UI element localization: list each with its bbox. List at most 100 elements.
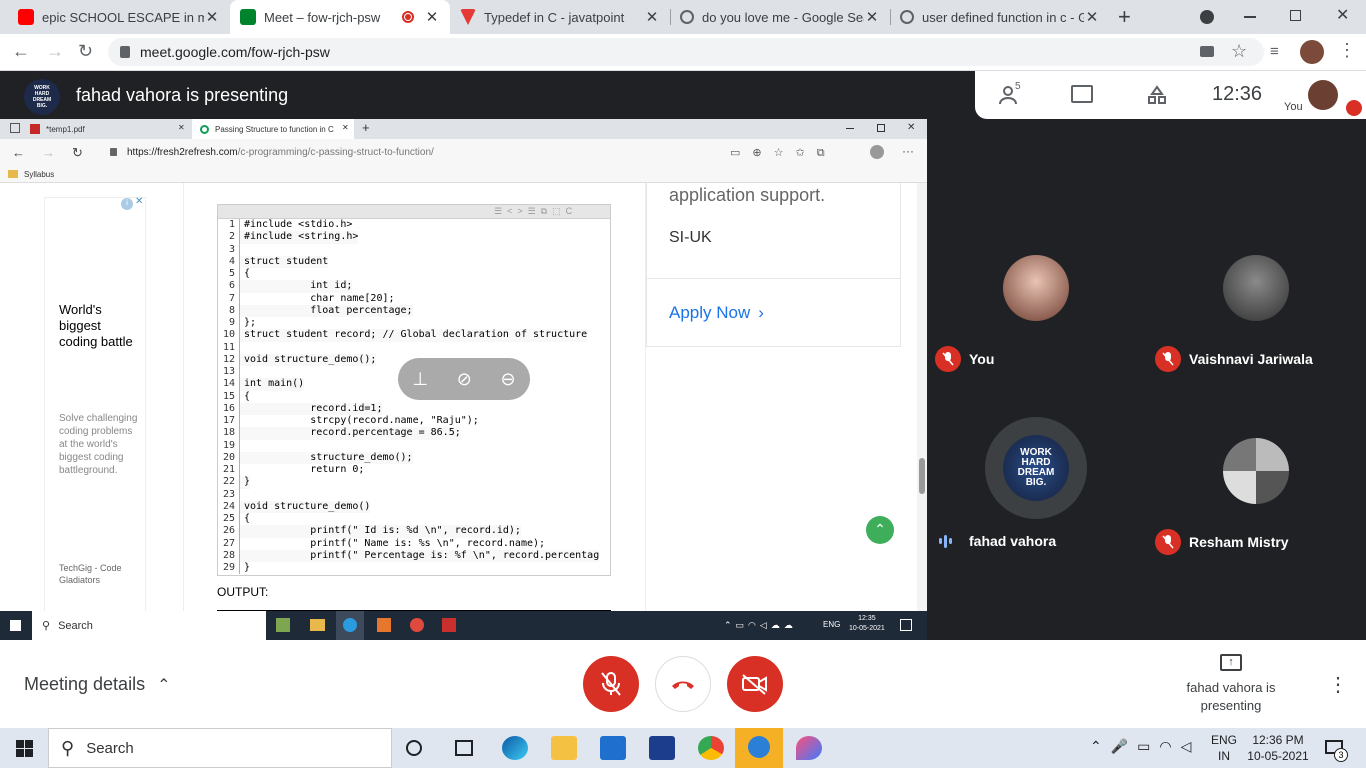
leave-call-button[interactable] <box>655 656 711 712</box>
camera-icon[interactable] <box>1200 46 1214 57</box>
browser-tab-youtube[interactable]: epic SCHOOL ESCAPE in minecra ✕ <box>8 0 230 34</box>
line-number: 6 <box>218 280 240 293</box>
tab-search-icon[interactable] <box>1200 10 1214 24</box>
line-number: 19 <box>218 439 240 452</box>
edge-icon <box>343 618 357 632</box>
mail-icon[interactable] <box>600 736 626 760</box>
code-text: struct student <box>240 255 329 268</box>
profile-avatar[interactable] <box>1300 40 1324 64</box>
cortana-icon[interactable] <box>406 740 422 756</box>
mute-tile-icon[interactable]: ⊘ <box>457 369 472 390</box>
restore-icon[interactable] <box>1290 10 1301 21</box>
code-toolbar-icons: ☰<>☰⧉⬚C <box>494 206 578 216</box>
system-tray-icons[interactable]: ⌃🎤▭◠◁ <box>1090 738 1200 755</box>
edge-toolbar-icons: ▭⊕☆✩⧉ <box>730 147 837 159</box>
task-view-icon[interactable] <box>455 740 473 756</box>
chrome-icon[interactable] <box>698 736 724 760</box>
code-text: { <box>244 390 251 402</box>
tab-title: Meet – fow-rjch-psw <box>264 9 381 25</box>
taskbar-search-box[interactable]: ⚲ Search <box>48 728 392 768</box>
remove-tile-icon[interactable]: ⊖ <box>501 369 516 390</box>
line-number: 24 <box>218 500 240 513</box>
activities-icon[interactable] <box>1147 85 1167 105</box>
code-line: 25 { <box>218 513 610 526</box>
code-line: 4 struct student <box>218 255 610 268</box>
taskbar-clock[interactable]: 12:36 PM 10-05-2021 <box>1246 732 1310 764</box>
present-screen-icon[interactable]: ↑ <box>1220 654 1242 671</box>
close-tab-icon[interactable]: ✕ <box>644 8 660 26</box>
chat-icon[interactable] <box>1071 85 1093 103</box>
browser-tab-google-2[interactable]: user defined function in c - Go ✕ <box>890 0 1110 34</box>
line-number: 5 <box>218 268 240 281</box>
back-icon: ← <box>12 145 25 160</box>
shared-tab-fresh2refresh: Passing Structure to function in C ✕ <box>192 119 354 139</box>
code-line: 27 printf(" Name is: %s \n", record.name… <box>218 537 610 550</box>
ad-footer: TechGig - Code Gladiators <box>59 563 122 585</box>
active-app-highlight[interactable] <box>735 728 783 768</box>
system-tray-icons: ⌃▭◠◁☁☁ <box>724 620 797 630</box>
muted-mic-icon <box>1155 346 1181 372</box>
code-line: 17 strcpy(record.name, "Raju"); <box>218 415 610 428</box>
muted-mic-icon <box>1155 529 1181 555</box>
code-text: char name[20]; <box>244 292 395 304</box>
javatpoint-icon <box>460 9 476 25</box>
line-number: 15 <box>218 390 240 403</box>
bookmark-star-icon[interactable]: ☆ <box>1231 41 1247 62</box>
toggle-mic-button[interactable] <box>583 656 639 712</box>
line-number: 16 <box>218 402 240 415</box>
minimize-icon <box>846 128 854 129</box>
browser-tab-google-1[interactable]: do you love me - Google Sear ✕ <box>670 0 890 34</box>
new-tab-button[interactable]: + <box>1118 4 1131 30</box>
chrome-menu-icon[interactable]: ⋮ <box>1338 40 1356 61</box>
close-tab-icon[interactable]: ✕ <box>864 8 880 26</box>
code-text: { <box>244 268 251 279</box>
presenter-banner: fahad vahora is presenting <box>76 85 289 105</box>
url-bar[interactable]: meet.google.com/fow-rjch-psw <box>108 38 1264 66</box>
shared-search-box: ⚲ Search <box>32 611 266 640</box>
close-tab-icon[interactable]: ✕ <box>1084 8 1100 26</box>
refresh-icon: ↻ <box>72 145 83 160</box>
edge-icon[interactable] <box>502 736 528 760</box>
presentation-floating-controls[interactable]: ⊥ ⊘ ⊖ <box>398 358 530 400</box>
file-explorer-icon[interactable] <box>551 736 577 760</box>
scroll-top-button: ⌃ <box>866 516 894 544</box>
ad-banner: i ✕ World's biggest coding battle Solve … <box>44 196 146 611</box>
more-options-icon[interactable]: ⋮ <box>1328 672 1348 697</box>
close-window-icon[interactable]: ✕ <box>1336 5 1349 25</box>
page-scrollbar <box>917 183 927 611</box>
windows-start-button[interactable] <box>16 740 33 757</box>
participant-resham: Resham Mistry <box>1155 529 1289 555</box>
toggle-camera-button[interactable] <box>727 656 783 712</box>
code-line: 22} <box>218 476 610 489</box>
code-line: 26 printf(" Id is: %d \n", record.id); <box>218 525 610 538</box>
browser-tab-meet[interactable]: Meet – fow-rjch-psw ✕ <box>230 0 450 34</box>
line-number: 21 <box>218 464 240 477</box>
participant-name: Vaishnavi Jariwala <box>1189 351 1313 367</box>
browser-tab-javatpoint[interactable]: Typedef in C - javatpoint ✕ <box>450 0 670 34</box>
back-icon[interactable]: ← <box>12 41 30 62</box>
meeting-details-button[interactable]: Meeting details ⌃ <box>24 674 170 695</box>
line-number: 14 <box>218 378 240 391</box>
app-icon[interactable] <box>649 736 675 760</box>
shared-edge-tabbar: *temp1.pdf ✕ Passing Structure to functi… <box>0 119 927 139</box>
forward-icon[interactable]: → <box>46 41 64 62</box>
language-indicator[interactable]: ENG IN <box>1211 732 1237 764</box>
close-tab-icon[interactable]: ✕ <box>204 8 220 26</box>
minimize-icon[interactable] <box>1244 16 1256 18</box>
code-text: #include <stdio.h> <box>244 219 353 230</box>
code-line: 6 int id; <box>218 280 610 293</box>
code-text: #include <string.h> <box>240 231 359 244</box>
reload-icon[interactable]: ↻ <box>78 41 93 62</box>
people-icon[interactable]: 5 <box>999 81 1027 105</box>
address-toolbar: ← → ↻ meet.google.com/fow-rjch-psw ☆ ≡ ⋮ <box>0 34 1366 71</box>
line-number: 7 <box>218 292 240 305</box>
media-control-icon[interactable]: ≡ <box>1270 43 1279 60</box>
close-tab-icon[interactable]: ✕ <box>424 8 440 26</box>
muted-mic-icon <box>935 346 961 372</box>
chevron-right-icon: › <box>758 303 764 322</box>
paint-icon[interactable] <box>796 736 822 760</box>
code-text: int id; <box>240 280 353 293</box>
code-text: printf(" Id is: %d \n", record.id); <box>240 525 521 538</box>
tab-title: do you love me - Google Sear <box>702 9 864 25</box>
pin-icon[interactable]: ⊥ <box>412 369 428 390</box>
